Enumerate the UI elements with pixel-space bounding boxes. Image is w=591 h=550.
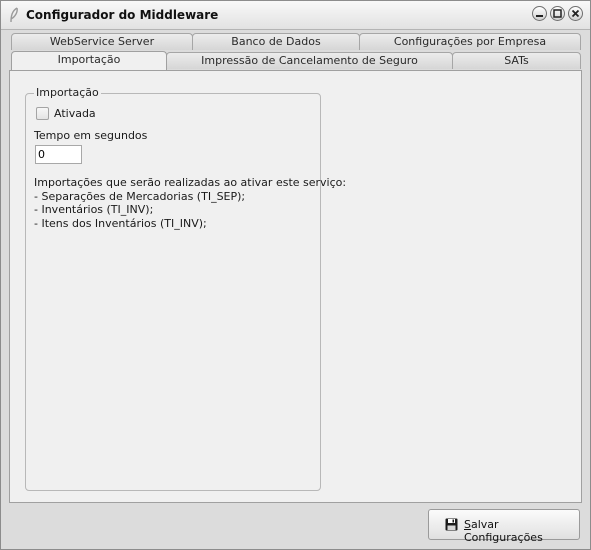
save-button-label: Salvar Configurações xyxy=(464,518,579,544)
info-line: Importações que serão realizadas ao ativ… xyxy=(34,176,347,189)
tab-label: Importação xyxy=(57,53,121,66)
tab-label: WebService Server xyxy=(49,35,155,48)
tempo-label: Tempo em segundos xyxy=(34,129,148,142)
maximize-button[interactable] xyxy=(550,6,565,21)
ativada-checkbox[interactable] xyxy=(36,107,49,120)
close-icon xyxy=(571,9,580,18)
save-button[interactable]: Salvar Configurações xyxy=(428,509,580,544)
save-mnemonic: S xyxy=(464,518,471,531)
info-line: - Separações de Mercadorias (TI_SEP); xyxy=(34,189,246,203)
group-title: Importação xyxy=(34,86,101,99)
tab-panel-importacao: Importação Ativada Tempo em segundos Imp… xyxy=(9,70,582,503)
tab-label: Configurações por Empresa xyxy=(393,35,547,48)
tab-sats[interactable]: SATs xyxy=(452,52,581,69)
tab-banco-de-dados[interactable]: Banco de Dados xyxy=(192,33,360,50)
importacao-groupbox: Importação Ativada Tempo em segundos Imp… xyxy=(25,86,346,491)
close-button[interactable] xyxy=(568,6,583,21)
main-window: Configurador do Middleware WebService Se… xyxy=(0,0,591,550)
title-bar[interactable]: Configurador do Middleware xyxy=(1,1,590,30)
tab-label: SATs xyxy=(504,54,529,67)
floppy-disk-icon xyxy=(445,518,458,531)
info-text: Importações que serão realizadas ao ativ… xyxy=(34,176,346,230)
tab-importacao[interactable]: Importação xyxy=(11,51,167,70)
tab-webservice-server[interactable]: WebService Server xyxy=(11,33,193,50)
tab-configuracoes-por-empresa[interactable]: Configurações por Empresa xyxy=(359,33,581,50)
feather-icon xyxy=(8,7,20,23)
tab-label: Banco de Dados xyxy=(231,35,321,48)
info-line: - Itens dos Inventários (TI_INV); xyxy=(34,216,207,230)
ativada-label[interactable]: Ativada xyxy=(54,107,96,120)
maximize-icon xyxy=(553,9,562,18)
window-title: Configurador do Middleware xyxy=(26,8,219,22)
tempo-input[interactable] xyxy=(35,145,82,164)
tab-widget: WebService Server Banco de Dados Configu… xyxy=(9,33,582,503)
info-line: - Inventários (TI_INV); xyxy=(34,203,154,216)
tab-label: Impressão de Cancelamento de Seguro xyxy=(201,54,418,67)
minimize-icon xyxy=(536,15,543,17)
tab-impressao-cancelamento-seguro[interactable]: Impressão de Cancelamento de Seguro xyxy=(166,52,453,69)
minimize-button[interactable] xyxy=(532,6,547,21)
save-label-rest: alvar Configurações xyxy=(464,518,543,544)
